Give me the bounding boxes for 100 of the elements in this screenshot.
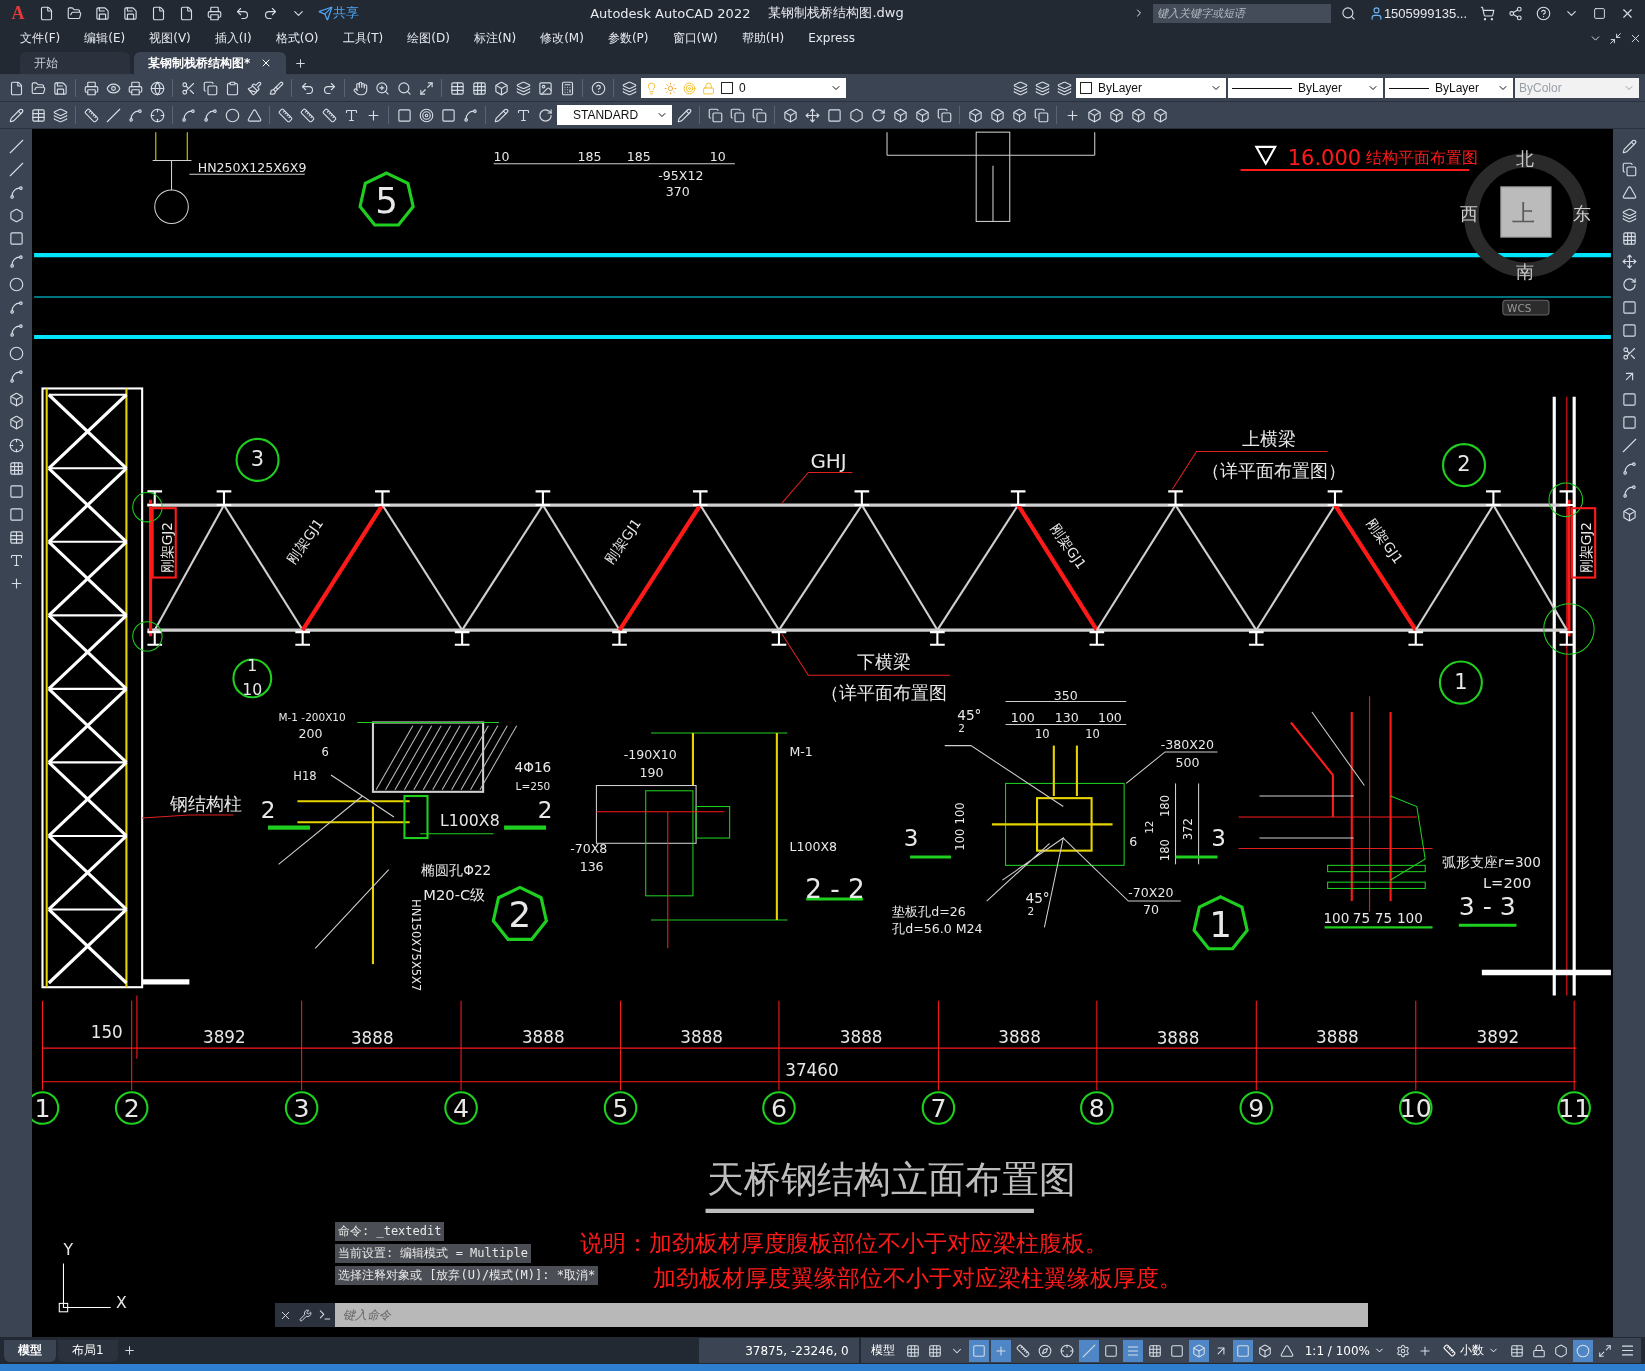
- drawing-label: 136: [579, 858, 604, 874]
- file-title: 某钢制栈桥结构图.dwg: [768, 4, 904, 22]
- drawing-label: Y: [63, 1240, 74, 1260]
- drawing-label: -95X12: [658, 168, 704, 184]
- menu-item[interactable]: 标注(N): [463, 27, 527, 49]
- drawing-label: 2: [958, 721, 966, 734]
- command-input[interactable]: 键入命令: [335, 1303, 1368, 1327]
- drawing-label: 370: [665, 184, 690, 200]
- drawing-label: 100: [1097, 710, 1122, 726]
- menu-item[interactable]: 文件(F): [10, 27, 71, 49]
- layout-tab[interactable]: 布局1: [58, 1339, 118, 1362]
- drawing-label: 钢结构柱: [170, 792, 243, 814]
- drawing-label: 椭圆孔Φ22: [421, 861, 492, 878]
- drawing-label: 3 - 3: [1458, 891, 1516, 921]
- drawing-label: 100: [952, 828, 967, 851]
- drawing-label: L=250: [515, 779, 551, 792]
- drawing-label: 刚架GJ1: [601, 515, 644, 567]
- drawing-label: 刚架GJ2: [1578, 522, 1594, 574]
- compass-south: 南: [1516, 261, 1535, 283]
- layer-dropdown[interactable]: 0: [641, 78, 846, 98]
- section-number: 10: [242, 680, 263, 700]
- drawing-label: HN150X75X5X7: [408, 898, 423, 992]
- user-button[interactable]: 1505999135...: [1366, 2, 1469, 24]
- drawing-label: 3: [903, 825, 919, 852]
- drawing-label: 6: [321, 745, 329, 760]
- document-tab[interactable]: 某钢制栈桥结构图*: [134, 52, 287, 74]
- drawing-label: 弧形支座r=300: [1442, 854, 1541, 871]
- dimension-text: 150: [90, 1021, 123, 1042]
- drawing-label: 100: [1010, 710, 1035, 726]
- drawing-label: 372: [1181, 818, 1196, 841]
- drawing-label: 100: [952, 802, 967, 825]
- drawing-label: -380X20: [1160, 736, 1214, 752]
- document-tab[interactable]: 开始: [20, 52, 130, 74]
- lineweight-dropdown[interactable]: ByLayer: [1385, 78, 1513, 98]
- menu-item[interactable]: 格式(O): [265, 27, 329, 49]
- layout-tab[interactable]: 模型: [4, 1339, 56, 1362]
- drawing-label: M-1 -200X10: [278, 711, 346, 724]
- menu-item[interactable]: 修改(M): [530, 27, 594, 49]
- text-style-dropdown[interactable]: STANDARD: [557, 105, 672, 125]
- drawing-label: 10: [493, 148, 510, 164]
- menu-item[interactable]: 参数(P): [597, 27, 659, 49]
- axis-bubble: 8: [1080, 1091, 1114, 1125]
- linetype-dropdown[interactable]: ByLayer: [1228, 78, 1383, 98]
- axis-bubble: 6: [762, 1091, 796, 1125]
- drawing-label: （详平面布置图）: [1201, 459, 1346, 481]
- drawing-label: 3: [1211, 825, 1226, 852]
- menu-item[interactable]: 窗口(W): [662, 27, 728, 49]
- drawing-label: 刚架GJ2: [158, 522, 175, 574]
- axis-bubble: 5: [603, 1091, 638, 1125]
- dimension-text: 3888: [839, 1026, 883, 1047]
- drawing-label: 180: [1158, 839, 1173, 862]
- dimension-text: 3888: [1156, 1027, 1200, 1048]
- drawing-label: 10: [709, 148, 726, 164]
- menu-item[interactable]: 绘图(D): [397, 27, 460, 49]
- detail-marker: 2: [491, 885, 549, 941]
- compass-north: 北: [1516, 147, 1535, 169]
- dimension-text: 37460: [785, 1060, 839, 1081]
- dimension-text: 3888: [350, 1027, 394, 1048]
- annotation-text: 说明：加劲板材厚度腹板部位不小于对应梁柱腹板。: [579, 1229, 1109, 1256]
- drawing-label: 12: [1143, 820, 1156, 834]
- axis-bubble: 2: [114, 1091, 149, 1125]
- drawing-label: 垫板孔d=26: [892, 903, 966, 919]
- coordinates: 37875, -23246, 0: [744, 1343, 850, 1358]
- drawing-label: 2: [260, 797, 276, 824]
- drawing-label: 4Φ16: [514, 758, 552, 775]
- drawing-label: 10: [1085, 727, 1100, 742]
- drawing-label: 180: [1158, 795, 1173, 818]
- menu-item[interactable]: 编辑(E): [74, 27, 136, 49]
- drawing-label: 刚架GJ1: [1047, 520, 1090, 572]
- compass-west: 西: [1459, 203, 1478, 225]
- drawing-label: M20-C级: [423, 886, 486, 903]
- axis-bubble: 4: [444, 1091, 478, 1125]
- drawing-label: L100X8: [789, 838, 838, 854]
- drawing-label: 200: [298, 726, 323, 742]
- search-field[interactable]: 键入关键字或短语: [1152, 3, 1331, 23]
- axis-bubble: 9: [1239, 1091, 1274, 1125]
- axis-bubble: 10: [1399, 1091, 1433, 1125]
- menu-item[interactable]: 工具(T): [332, 27, 394, 49]
- drawing-label: 100: [1396, 910, 1423, 927]
- drawing-label: 10: [1034, 727, 1050, 742]
- drawing-label: M-1: [789, 744, 813, 760]
- drawing-label: 2: [537, 797, 553, 824]
- menu-item[interactable]: Express: [798, 29, 865, 47]
- dimension-text: 3888: [998, 1026, 1041, 1047]
- drawing-label: L=200: [1482, 874, 1532, 892]
- axis-bubble: 7: [921, 1091, 956, 1125]
- drawing-label: 2: [1027, 904, 1035, 917]
- menu-item[interactable]: 帮助(H): [731, 27, 795, 49]
- share-button[interactable]: 共享: [316, 2, 361, 24]
- menu-item[interactable]: 插入(I): [204, 27, 262, 49]
- annotation-text: 16.000: [1287, 145, 1362, 170]
- drawing-label: 45°: [1025, 890, 1050, 907]
- drawing-label: 刚架GJ1: [1364, 515, 1407, 567]
- drawing-label: L100X8: [440, 811, 500, 831]
- color-dropdown[interactable]: ByLayer: [1076, 78, 1226, 98]
- dimension-text: 3888: [521, 1026, 565, 1047]
- menu-item[interactable]: 视图(V): [139, 27, 201, 49]
- section-marker: 3: [235, 437, 280, 482]
- detail-marker: 1: [1192, 895, 1249, 951]
- dimension-text: 3892: [1476, 1026, 1520, 1047]
